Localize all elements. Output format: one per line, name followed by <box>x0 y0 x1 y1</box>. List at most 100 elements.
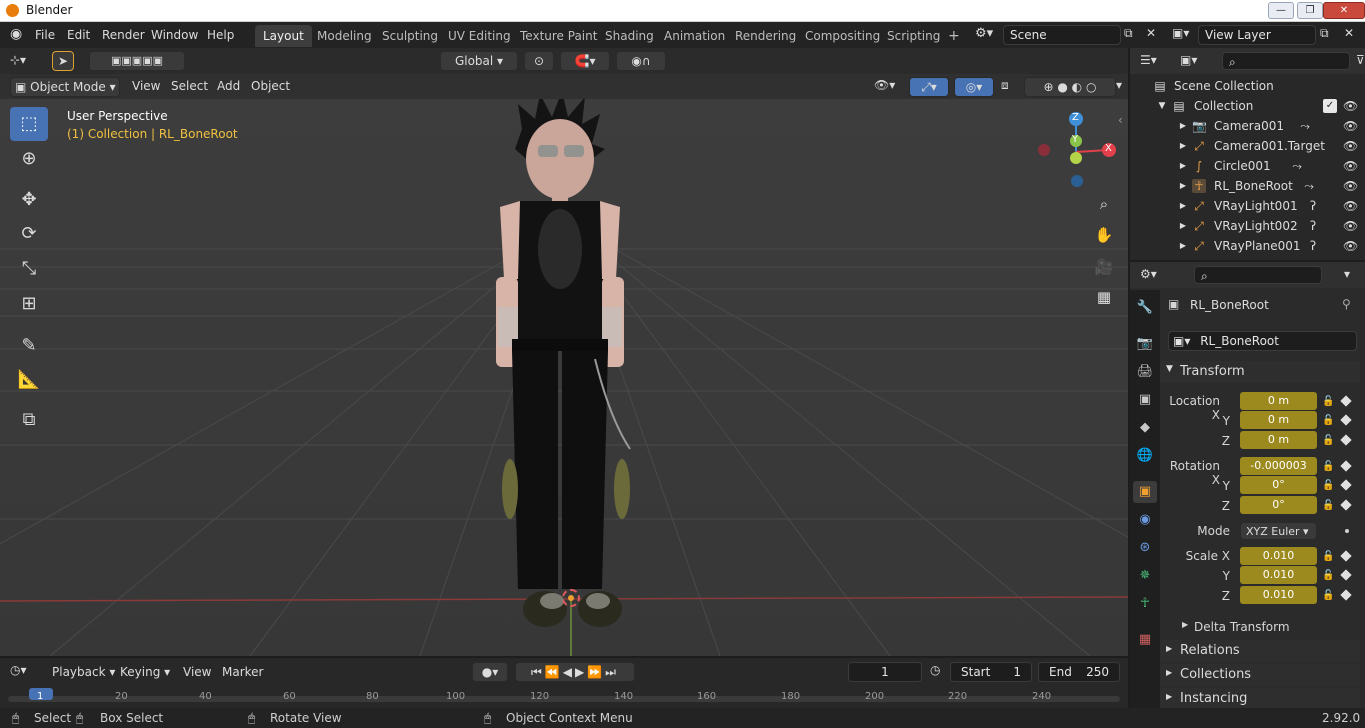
outliner-editor-type-icon[interactable]: ☰▾ <box>1140 53 1157 67</box>
tool-rotate[interactable]: ⟳ <box>10 217 48 251</box>
tab-animation[interactable]: Animation <box>656 25 733 47</box>
location-y-field[interactable]: 0 m <box>1240 411 1317 429</box>
menu-file[interactable]: File <box>35 28 55 42</box>
selection-mode-icons[interactable]: ▣▣▣▣▣ <box>89 51 185 71</box>
texture-tab-icon[interactable]: ▦ <box>1133 629 1157 651</box>
checkbox-icon[interactable]: ✓ <box>1323 99 1337 113</box>
instancing-panel-header[interactable]: ▶ Instancing <box>1160 688 1360 708</box>
expand-arrow-icon[interactable]: ▶ <box>1176 139 1190 153</box>
view-layer-tab-icon[interactable]: ▣ <box>1133 389 1157 411</box>
outliner-search-input[interactable]: ⌕ <box>1222 52 1350 70</box>
expand-arrow-icon[interactable]: ▶ <box>1176 239 1190 253</box>
new-scene-icon[interactable]: ⧉ <box>1124 26 1133 41</box>
scale-z-field[interactable]: 0.010 <box>1240 586 1317 604</box>
pin-icon[interactable]: ⚲ <box>1342 297 1351 311</box>
collections-panel-header[interactable]: ▶ Collections <box>1160 664 1360 686</box>
tool-tab-icon[interactable]: 🔧 <box>1133 297 1157 319</box>
ortho-grid-icon[interactable]: ▦ <box>1091 284 1117 310</box>
expand-arrow-icon[interactable]: ▶ <box>1176 179 1190 193</box>
tool-transform[interactable]: ⊞ <box>10 287 48 321</box>
eye-icon[interactable]: 👁 <box>1343 119 1358 133</box>
object-name-field[interactable]: ▣▾ RL_BoneRoot <box>1168 331 1357 351</box>
outliner-item[interactable]: ▶ 📷 Camera001 ⤳ 👁 <box>1130 116 1365 136</box>
lock-icon[interactable]: 🔓 <box>1322 415 1334 426</box>
properties-search-input[interactable]: ⌕ <box>1194 266 1322 284</box>
maximize-button[interactable]: ❐ <box>1297 2 1323 19</box>
world-tab-icon[interactable]: 🌐 <box>1133 445 1157 467</box>
timeline-menu-marker[interactable]: Marker <box>222 665 263 679</box>
tab-uv-editing[interactable]: UV Editing <box>440 25 519 47</box>
outliner-item[interactable]: ▶ ☥ RL_BoneRoot ⤳ 👁 <box>1130 176 1365 196</box>
pivot-point-icon[interactable]: ⊙ <box>524 51 554 71</box>
object-mode-dropdown[interactable]: ▣ Object Mode ▾ <box>10 77 120 97</box>
viewport-menu-select[interactable]: Select <box>171 79 208 93</box>
3d-viewport[interactable]: User Perspective (1) Collection | RL_Bon… <box>0 99 1128 656</box>
expand-arrow-icon[interactable]: ▶ <box>1176 199 1190 213</box>
add-workspace-icon[interactable]: + <box>940 25 968 47</box>
tab-texture-paint[interactable]: Texture Paint <box>512 25 605 47</box>
filter-icon[interactable]: ⊽ <box>1356 53 1365 67</box>
preview-range-icon[interactable]: ◷ <box>930 663 940 677</box>
frame-end-field[interactable]: End 250 <box>1038 662 1120 682</box>
physics-tab-icon[interactable]: ✵ <box>1133 565 1157 587</box>
lock-icon[interactable]: 🔓 <box>1322 500 1334 511</box>
properties-editor-type-icon[interactable]: ⚙▾ <box>1140 267 1157 281</box>
gizmo-toggle-icon[interactable]: ⤢▾ <box>909 77 949 97</box>
tool-cursor[interactable]: ⊕ <box>10 142 48 176</box>
new-view-layer-icon[interactable]: ⧉ <box>1320 26 1329 41</box>
object-tab-icon[interactable]: ▣ <box>1133 481 1157 503</box>
visibility-icon[interactable]: 👁▾ <box>874 78 895 92</box>
camera-view-icon[interactable]: 🎥 <box>1091 254 1117 280</box>
tab-layout[interactable]: Layout <box>255 25 312 47</box>
outliner-item[interactable]: ▶ ⤢ VRayLight001 ʔ 👁 <box>1130 196 1365 216</box>
xray-icon[interactable]: ⧈ <box>1001 78 1009 93</box>
keyframe-dot-icon[interactable] <box>1345 529 1349 533</box>
tool-move[interactable]: ✥ <box>10 183 48 217</box>
tool-annotate[interactable]: ✎ <box>10 329 48 363</box>
viewport-menu-object[interactable]: Object <box>251 79 290 93</box>
eye-icon[interactable]: 👁 <box>1343 159 1358 173</box>
menu-window[interactable]: Window <box>151 28 198 42</box>
remove-view-layer-icon[interactable]: ✕ <box>1344 26 1354 40</box>
eye-icon[interactable]: 👁 <box>1343 179 1358 193</box>
timeline-editor-type-icon[interactable]: ◷▾ <box>10 663 27 677</box>
character-model[interactable] <box>460 99 680 629</box>
rotation-mode-dropdown[interactable]: XYZ Euler ▾ <box>1240 522 1317 540</box>
menu-edit[interactable]: Edit <box>67 28 90 42</box>
lock-icon[interactable]: 🔓 <box>1322 435 1334 446</box>
location-z-field[interactable]: 0 m <box>1240 431 1317 449</box>
rotation-x-field[interactable]: -0.000003 <box>1240 457 1317 475</box>
auto-key-icon[interactable]: ●▾ <box>472 662 508 682</box>
tool-select-box[interactable]: ⬚ <box>10 107 48 141</box>
outliner-item[interactable]: ▶ ∫ Circle001 ⤳ 👁 <box>1130 156 1365 176</box>
scene-selector-icon[interactable]: ⚙▾ <box>975 26 993 41</box>
timeline-menu-view[interactable]: View <box>183 665 211 679</box>
scale-x-field[interactable]: 0.010 <box>1240 547 1317 565</box>
relations-panel-header[interactable]: ▶ Relations <box>1160 640 1360 662</box>
zoom-icon[interactable]: ⌕ <box>1091 191 1117 217</box>
lock-icon[interactable]: 🔓 <box>1322 590 1334 601</box>
select-tool-icon[interactable]: ➤ <box>52 51 74 71</box>
menu-render[interactable]: Render <box>102 28 145 42</box>
viewport-menu-view[interactable]: View <box>132 79 160 93</box>
outliner-collection[interactable]: ▼ ▤ Collection ✓ 👁 <box>1130 96 1365 116</box>
editor-type-icon[interactable]: ⊹▾ <box>10 53 26 67</box>
lock-icon[interactable]: 🔓 <box>1322 461 1334 472</box>
minimize-button[interactable]: — <box>1268 2 1294 19</box>
display-mode-icon[interactable]: ▣▾ <box>1180 53 1197 67</box>
tab-rendering[interactable]: Rendering <box>727 25 804 47</box>
tab-sculpting[interactable]: Sculpting <box>374 25 446 47</box>
expand-arrow-icon[interactable]: ▶ <box>1176 119 1190 133</box>
rotation-z-field[interactable]: 0° <box>1240 496 1317 514</box>
render-tab-icon[interactable]: 📷 <box>1133 333 1157 355</box>
tab-compositing[interactable]: Compositing <box>797 25 888 47</box>
sidebar-toggle-icon[interactable]: ‹ <box>1118 113 1123 127</box>
blender-menu-icon[interactable]: ◉ <box>10 26 22 42</box>
lock-icon[interactable]: 🔓 <box>1322 570 1334 581</box>
eye-icon[interactable]: 👁 <box>1343 99 1358 113</box>
viewport-menu-add[interactable]: Add <box>217 79 240 93</box>
rotation-y-field[interactable]: 0° <box>1240 476 1317 494</box>
armature-data-tab-icon[interactable]: ☥ <box>1133 593 1157 615</box>
outliner-scene-collection[interactable]: ▤ Scene Collection <box>1130 76 1365 96</box>
eye-icon[interactable]: 👁 <box>1343 139 1358 153</box>
